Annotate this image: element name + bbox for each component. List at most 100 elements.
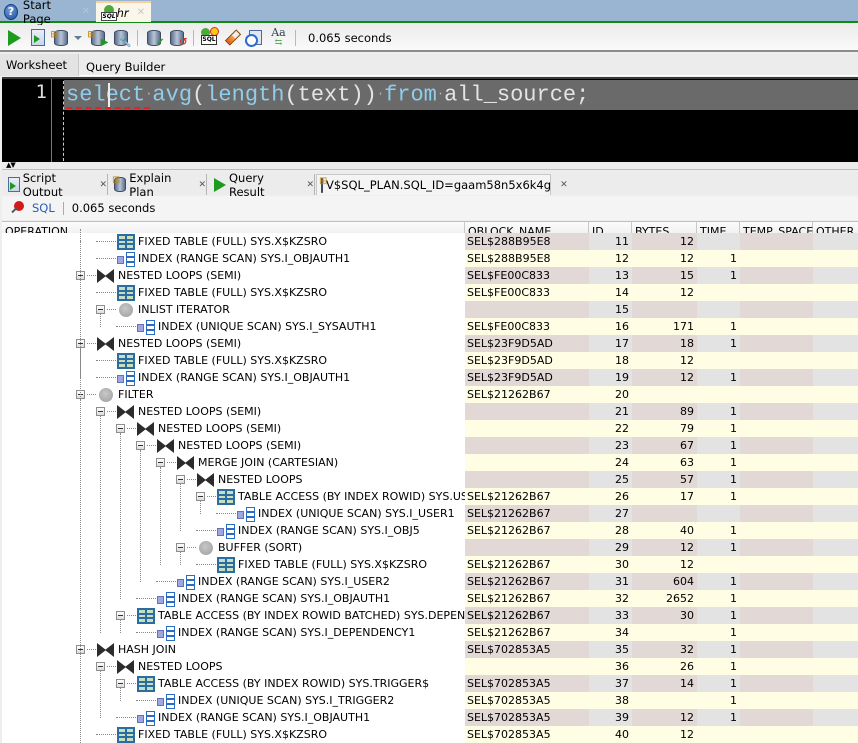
tab-worksheet[interactable]: Worksheet: [0, 54, 79, 76]
collapse-toggle-icon[interactable]: [96, 662, 105, 671]
pin-icon[interactable]: [10, 201, 24, 215]
collapse-toggle-icon[interactable]: [156, 458, 165, 467]
other-cell: [813, 386, 858, 403]
table-row[interactable]: NESTED LOOPS (SEMI) 22 79 1: [2, 420, 858, 437]
table-row[interactable]: TABLE ACCESS (BY INDEX ROWID) SYS.TRIGGE…: [2, 675, 858, 692]
table-row[interactable]: NESTED LOOPS 25 57 1: [2, 471, 858, 488]
table-row[interactable]: FIXED TABLE (FULL) SYS.X$KZSRO SEL$23F9D5…: [2, 352, 858, 369]
table-row[interactable]: INDEX (RANGE SCAN) SYS.I_OBJAUTH1 SEL$702…: [2, 709, 858, 726]
close-icon[interactable]: ✕: [306, 180, 314, 190]
time-cell: [697, 386, 740, 403]
table-row[interactable]: INDEX (UNIQUE SCAN) SYS.I_SYSAUTH1 SEL$FE…: [2, 318, 858, 335]
tab-start-page[interactable]: ? Start Page ✕: [0, 0, 96, 26]
sql-link[interactable]: SQL: [32, 201, 55, 215]
close-icon[interactable]: ✕: [99, 180, 107, 190]
operation-text: NESTED LOOPS: [138, 660, 223, 673]
explain-plan-button[interactable]: ⊞: [51, 28, 70, 47]
autotrace-button[interactable]: ⊞ ▶: [87, 28, 109, 48]
help-icon: ?: [4, 3, 18, 20]
table-row[interactable]: BUFFER (SORT) 29 12 1: [2, 539, 858, 556]
collapse-toggle-icon[interactable]: [96, 407, 105, 416]
qblock-name-cell: SEL$288B95E8: [465, 250, 589, 267]
unshared-worksheet-button[interactable]: SQL: [200, 27, 219, 47]
code-line-highlighted[interactable]: select·avg(length(text))·from·all_source…: [64, 80, 858, 110]
table-row[interactable]: FIXED TABLE (FULL) SYS.X$KZSRO SEL$FE00C8…: [2, 284, 858, 301]
tree-node: FIXED TABLE (FULL) SYS.X$KZSRO: [96, 352, 327, 369]
collapse-toggle-icon[interactable]: [116, 679, 125, 688]
fetch-time: 0.065 seconds: [71, 201, 156, 215]
rollback-button[interactable]: ↺: [167, 28, 188, 48]
table-row[interactable]: NESTED LOOPS (SEMI) SEL$FE00C833 13 15 1: [2, 267, 858, 284]
time-cell: 1: [697, 471, 740, 488]
sql-history-button[interactable]: [245, 28, 265, 47]
plan-grid[interactable]: OPERATION QBLOCK_NAME ID BYTES TIME TEMP…: [2, 221, 858, 743]
commit-button[interactable]: ✔: [144, 28, 165, 48]
collapse-toggle-icon[interactable]: [176, 543, 185, 552]
run-statement-button[interactable]: [5, 28, 24, 47]
table-row[interactable]: INDEX (RANGE SCAN) SYS.I_OBJAUTH1 SEL$212…: [2, 590, 858, 607]
tab-script-output[interactable]: Script Output ✕: [4, 171, 108, 199]
close-icon[interactable]: ✕: [198, 180, 206, 190]
sql-tuning-advisor-button[interactable]: 🔧: [111, 28, 132, 48]
temp-space-cell: [740, 352, 813, 369]
sql-editor[interactable]: 1 select·avg(length(text))·from·all_sour…: [2, 77, 858, 164]
operation-cell: NESTED LOOPS: [2, 471, 465, 488]
close-icon[interactable]: ✕: [137, 7, 145, 18]
qblock-name-cell: [465, 403, 589, 420]
table-row[interactable]: FIXED TABLE (FULL) SYS.X$KZSRO SEL$21262B…: [2, 556, 858, 573]
collapse-toggle-icon[interactable]: [176, 475, 185, 484]
other-cell: [813, 539, 858, 556]
table-row[interactable]: TABLE ACCESS (BY INDEX ROWID) SYS.USER$ S…: [2, 488, 858, 505]
table-row[interactable]: INDEX (UNIQUE SCAN) SYS.I_USER1 SEL$21262…: [2, 505, 858, 522]
change-case-button[interactable]: Aa ⇆: [269, 25, 288, 48]
close-icon[interactable]: ✕: [82, 6, 90, 17]
bytes-cell: 17: [632, 488, 697, 505]
explain-plan-dropdown[interactable]: [74, 35, 82, 40]
change-case-icon: Aa ⇆: [271, 25, 286, 48]
table-row[interactable]: MERGE JOIN (CARTESIAN) 24 63 1: [2, 454, 858, 471]
tab-query-result[interactable]: Query Result ✕: [210, 171, 315, 199]
table-row[interactable]: NESTED LOOPS (SEMI) SEL$23F9D5AD 17 18 1: [2, 335, 858, 352]
table-row[interactable]: NESTED LOOPS 36 26 1: [2, 658, 858, 675]
clear-button[interactable]: [223, 28, 242, 47]
tab-hr-worksheet[interactable]: SQL hr ✕: [96, 1, 151, 22]
collapse-toggle-icon[interactable]: [96, 305, 105, 314]
table-row[interactable]: NESTED LOOPS (SEMI) 23 67 1: [2, 437, 858, 454]
table-row[interactable]: HASH JOIN SEL$702853A5 35 32 1: [2, 641, 858, 658]
bytes-cell: 14: [632, 675, 697, 692]
splitter-arrows-icon[interactable]: ▲▼: [6, 161, 16, 169]
toolbar-separator: [193, 29, 194, 46]
close-icon[interactable]: ✕: [560, 180, 568, 190]
tab-query-builder[interactable]: Query Builder: [80, 56, 165, 78]
table-row[interactable]: INDEX (UNIQUE SCAN) SYS.I_TRIGGER2 SEL$70…: [2, 692, 858, 709]
collapse-toggle-icon[interactable]: [196, 492, 205, 501]
collapse-toggle-icon[interactable]: [116, 611, 125, 620]
temp-space-cell: [740, 590, 813, 607]
collapse-toggle-icon[interactable]: [136, 441, 145, 450]
join-icon: [197, 472, 215, 488]
table-row[interactable]: INDEX (RANGE SCAN) SYS.I_OBJAUTH1 SEL$23F…: [2, 369, 858, 386]
table-row[interactable]: FIXED TABLE (FULL) SYS.X$KZSRO SEL$288B95…: [2, 233, 858, 250]
temp-space-cell: [740, 335, 813, 352]
table-row[interactable]: TABLE ACCESS (BY INDEX ROWID BATCHED) SY…: [2, 607, 858, 624]
tree-guide-line: [180, 552, 181, 565]
tree-connector: [127, 683, 136, 684]
run-script-button[interactable]: [28, 28, 47, 47]
tab-explain-plan[interactable]: Explain Plan ✕: [110, 171, 207, 199]
tree-connector: [87, 343, 96, 344]
tree-guide-line: [200, 501, 201, 514]
table-row[interactable]: FILTER SEL$21262B67 20: [2, 386, 858, 403]
collapse-toggle-icon[interactable]: [116, 424, 125, 433]
autotrace-icon: ⊞ ▶: [87, 29, 109, 48]
table-row[interactable]: INDEX (RANGE SCAN) SYS.I_USER2 SEL$21262B…: [2, 573, 858, 590]
temp-space-cell: [740, 607, 813, 624]
time-cell: 1: [697, 675, 740, 692]
tab-sql-plan[interactable]: V$SQL_PLAN.SQL_ID=gaam58n5x6k4g ✕: [316, 174, 568, 195]
table-row[interactable]: FIXED TABLE (FULL) SYS.X$KZSRO SEL$702853…: [2, 726, 858, 743]
table-row[interactable]: INDEX (RANGE SCAN) SYS.I_DEPENDENCY1 SEL$…: [2, 624, 858, 641]
editor-results-splitter[interactable]: ▲▼: [2, 161, 858, 170]
table-row[interactable]: INDEX (RANGE SCAN) SYS.I_OBJ5 SEL$21262B6…: [2, 522, 858, 539]
table-row[interactable]: NESTED LOOPS (SEMI) 21 89 1: [2, 403, 858, 420]
table-row[interactable]: INLIST ITERATOR 15: [2, 301, 858, 318]
table-row[interactable]: INDEX (RANGE SCAN) SYS.I_OBJAUTH1 SEL$288…: [2, 250, 858, 267]
